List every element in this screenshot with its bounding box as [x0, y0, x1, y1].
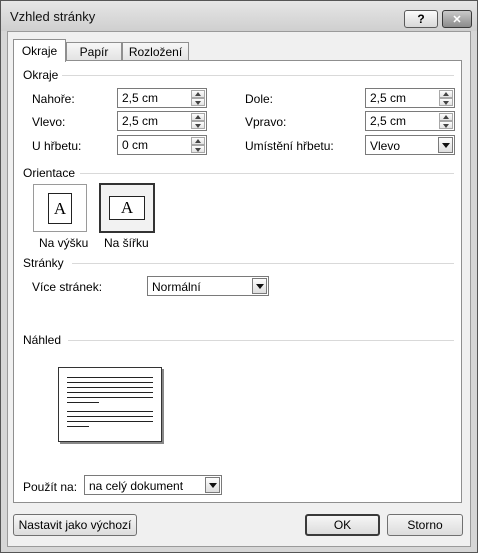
bottom-margin-input[interactable] — [366, 89, 440, 107]
set-as-default-button[interactable]: Nastavit jako výchozí — [13, 514, 137, 536]
spin-up-icon[interactable] — [439, 90, 453, 98]
separator — [72, 263, 454, 264]
preview-line — [67, 377, 153, 378]
preview-line — [67, 397, 153, 398]
preview-line — [67, 387, 153, 388]
spin-up-icon[interactable] — [191, 113, 205, 121]
separator — [80, 173, 454, 174]
gutter-position-label: Umístění hřbetu: — [245, 139, 334, 153]
spin-down-icon[interactable] — [439, 121, 453, 129]
margins-section-label: Okraje — [23, 68, 59, 82]
gutter-label: U hřbetu: — [32, 139, 82, 153]
spin-up-icon[interactable] — [191, 137, 205, 145]
left-margin-spinner[interactable] — [117, 111, 207, 131]
preview-line — [67, 402, 99, 403]
ok-label: OK — [333, 518, 352, 532]
separator — [68, 340, 454, 341]
cancel-label: Storno — [407, 518, 443, 532]
gutter-position-select[interactable]: Vlevo — [365, 135, 455, 155]
landscape-icon: A — [109, 196, 145, 220]
portrait-glyph: A — [53, 199, 67, 218]
multiple-pages-label: Více stránek: — [32, 280, 103, 294]
orientation-section-label: Orientace — [23, 166, 76, 180]
landscape-button[interactable]: A — [99, 183, 155, 233]
preview-line — [67, 392, 153, 393]
chevron-down-icon[interactable] — [205, 477, 220, 493]
portrait-icon: A — [48, 193, 72, 224]
apply-to-value: na celý dokument — [89, 479, 184, 493]
spin-down-icon[interactable] — [439, 98, 453, 106]
ok-button[interactable]: OK — [305, 514, 380, 536]
left-margin-label: Vlevo: — [32, 115, 66, 129]
preview-line — [67, 426, 89, 427]
gutter-position-value: Vlevo — [370, 139, 401, 153]
bottom-margin-label: Dole: — [245, 92, 274, 106]
portrait-label: Na výšku — [39, 236, 89, 250]
panel-content: Okraje Nahoře: Dole: Vlevo: Vpravo: U hř… — [0, 0, 478, 553]
apply-to-label: Použít na: — [23, 480, 78, 494]
gutter-input[interactable] — [118, 136, 192, 154]
top-margin-label: Nahoře: — [32, 92, 75, 106]
right-margin-spinner[interactable] — [365, 111, 455, 131]
preview-page — [58, 367, 162, 442]
chevron-down-icon[interactable] — [252, 278, 267, 294]
set-as-default-label: Nastavit jako výchozí — [18, 518, 132, 532]
preview-section-label: Náhled — [23, 333, 62, 347]
chevron-down-icon[interactable] — [438, 137, 453, 153]
spin-up-icon[interactable] — [191, 90, 205, 98]
preview-line — [67, 382, 153, 383]
apply-to-select[interactable]: na celý dokument — [84, 475, 222, 495]
multiple-pages-select[interactable]: Normální — [147, 276, 269, 296]
spin-down-icon[interactable] — [191, 145, 205, 153]
portrait-button[interactable]: A — [33, 184, 87, 232]
preview-line — [67, 411, 153, 412]
bottom-margin-spinner[interactable] — [365, 88, 455, 108]
top-margin-spinner[interactable] — [117, 88, 207, 108]
preview-line — [67, 421, 153, 422]
spin-down-icon[interactable] — [191, 121, 205, 129]
right-margin-input[interactable] — [366, 112, 440, 130]
gutter-spinner[interactable] — [117, 135, 207, 155]
spin-down-icon[interactable] — [191, 98, 205, 106]
preview-line — [67, 416, 153, 417]
landscape-label: Na šířku — [104, 236, 149, 250]
multiple-pages-value: Normální — [152, 280, 201, 294]
spin-up-icon[interactable] — [439, 113, 453, 121]
separator — [62, 75, 454, 76]
landscape-glyph: A — [120, 198, 134, 217]
cancel-button[interactable]: Storno — [387, 514, 463, 536]
pages-section-label: Stránky — [23, 256, 64, 270]
right-margin-label: Vpravo: — [245, 115, 287, 129]
left-margin-input[interactable] — [118, 112, 192, 130]
top-margin-input[interactable] — [118, 89, 192, 107]
